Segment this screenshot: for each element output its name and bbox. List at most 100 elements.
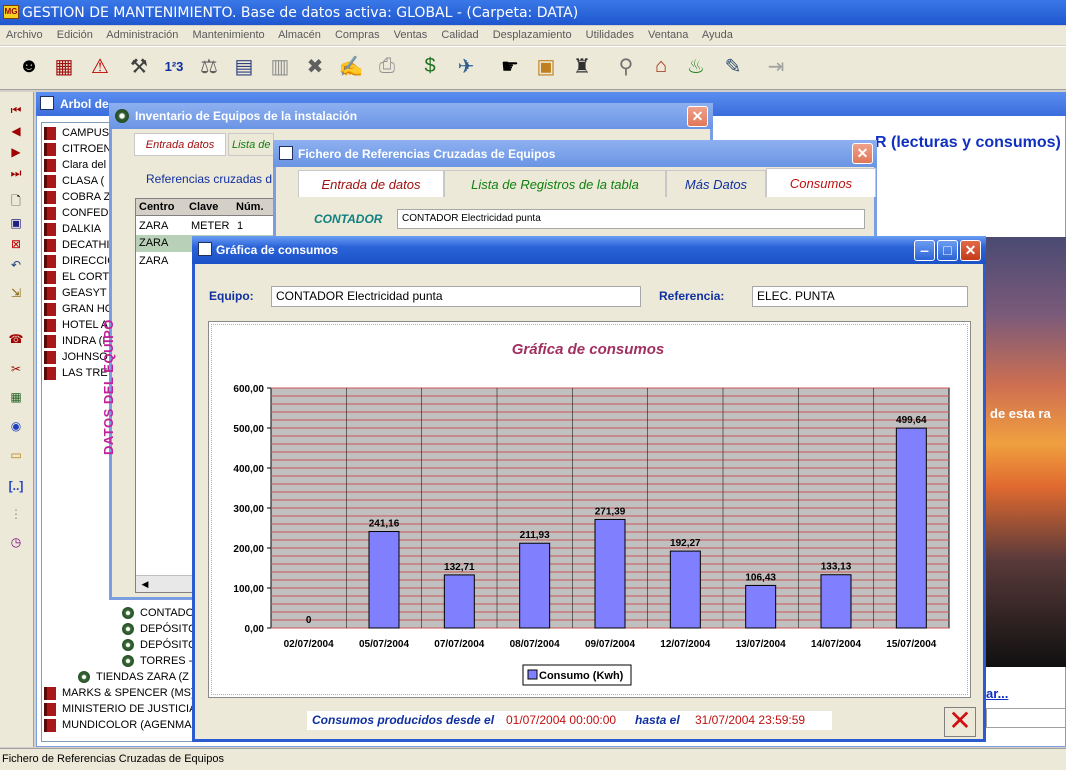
tree-item[interactable]: MUNDICOLOR (AGENMAD xyxy=(44,717,196,733)
graph-maximize-button[interactable]: □ xyxy=(937,240,958,261)
tree-item[interactable]: MARKS & SPENCER (MS) xyxy=(44,685,196,701)
xref-close-button[interactable]: ✕ xyxy=(852,143,873,164)
factory-icon[interactable]: ▥ xyxy=(266,50,294,82)
menu-calidad[interactable]: Calidad xyxy=(441,29,478,41)
xref-contador-field[interactable]: CONTADOR Electricidad punta xyxy=(397,209,865,229)
tree-item-label: MUNDICOLOR (AGENMAD xyxy=(62,719,196,731)
undo-icon[interactable]: ↶ xyxy=(6,256,26,274)
graph-minimize-button[interactable]: ‒ xyxy=(914,240,935,261)
column-num[interactable]: Núm. xyxy=(234,199,270,216)
box-icon[interactable]: ▣ xyxy=(532,50,560,82)
inventory-tab-lista-label: Lista de xyxy=(232,138,271,151)
chart-title: Gráfica de consumos xyxy=(512,341,665,358)
clock-icon[interactable]: ◷ xyxy=(6,533,26,551)
edit-doc-icon[interactable]: ✍ xyxy=(337,50,365,82)
inventory-tab-lista[interactable]: Lista de xyxy=(228,133,274,156)
building-icon[interactable]: ▦ xyxy=(50,50,78,82)
last-record-icon[interactable]: ⏭ xyxy=(6,164,26,182)
bar xyxy=(443,574,475,629)
bottle-icon[interactable]: ♨ xyxy=(682,50,710,82)
folder-book-icon xyxy=(44,254,56,268)
xref-tab-lista[interactable]: Lista de Registros de la tabla xyxy=(444,170,666,197)
scroll-left-icon[interactable]: ◀ xyxy=(138,577,152,591)
row3-centro[interactable]: ZARA xyxy=(137,253,185,270)
equipment-gear-icon xyxy=(78,671,90,683)
tree-subitem[interactable]: DEPÓSITO xyxy=(122,637,196,653)
globe-icon[interactable]: ◉ xyxy=(6,417,26,435)
inventory-close-button[interactable]: ✕ xyxy=(687,106,708,127)
menu-ayuda[interactable]: Ayuda xyxy=(702,29,733,41)
xref-tab-entrada[interactable]: Entrada de datos xyxy=(298,170,444,197)
column-centro[interactable]: Centro xyxy=(137,199,185,216)
phone-icon[interactable]: ☎ xyxy=(6,330,26,348)
graph-close-button[interactable]: ✕ xyxy=(960,240,981,261)
close-x-button[interactable]: ✕ xyxy=(944,707,976,737)
print-icon[interactable]: ⎙ xyxy=(373,50,401,82)
tree-icon[interactable]: ⋮ xyxy=(6,505,26,523)
tree-item[interactable]: MINISTERIO DE JUSTICIA ( xyxy=(44,701,196,717)
next-record-icon[interactable]: ▶ xyxy=(6,143,26,161)
shop-icon[interactable]: ⌂ xyxy=(647,50,675,82)
equipo-field[interactable]: CONTADOR Electricidad punta xyxy=(271,286,641,307)
row1-clave[interactable]: METER xyxy=(189,218,235,235)
tools-icon[interactable]: ⚒ xyxy=(125,50,153,82)
save-icon[interactable]: ▣ xyxy=(6,214,26,232)
numbers-icon[interactable]: 1²3 xyxy=(160,50,188,82)
new-record-icon[interactable]: 🗋 xyxy=(6,193,26,211)
tree-item-label: EL CORT xyxy=(62,271,110,283)
card-icon[interactable]: ▭ xyxy=(6,446,26,464)
bg-link[interactable]: ar... xyxy=(986,686,1008,701)
row1-num[interactable]: 1 xyxy=(235,218,265,235)
graph-window-icon xyxy=(198,242,212,256)
tools-small-icon[interactable]: ✂ xyxy=(6,360,26,378)
warning-icon[interactable]: ⚠ xyxy=(86,50,114,82)
menu-utilidades[interactable]: Utilidades xyxy=(586,29,634,41)
xref-tab-consumos[interactable]: Consumos xyxy=(766,168,876,197)
xref-title: Fichero de Referencias Cruzadas de Equip… xyxy=(298,147,556,161)
tree-item-label: MARKS & SPENCER (MS) xyxy=(62,687,195,699)
tree-item-label: CONFEDI xyxy=(62,207,112,219)
first-record-icon[interactable]: ⏮ xyxy=(6,101,26,119)
invoice-icon[interactable]: $ xyxy=(416,50,444,82)
menu-mantenimiento[interactable]: Mantenimiento xyxy=(192,29,264,41)
tree-item-label: CONTADO xyxy=(140,607,195,619)
technician-icon[interactable]: ♜ xyxy=(568,50,596,82)
person-arrow-icon[interactable]: ☛ xyxy=(496,50,524,82)
delivery-icon[interactable]: ✈ xyxy=(452,50,480,82)
wrench-icon[interactable]: ✖ xyxy=(301,50,329,82)
tree-subitem[interactable]: CONTADO xyxy=(122,605,196,621)
row1-centro[interactable]: ZARA xyxy=(137,218,185,235)
tree-item[interactable]: TIENDAS ZARA (Z xyxy=(78,669,196,685)
tree-item-label: GEASYT xyxy=(62,287,107,299)
scale-icon[interactable]: ⚖ xyxy=(195,50,223,82)
menu-administracion[interactable]: Administración xyxy=(106,29,178,41)
prev-record-icon[interactable]: ◀ xyxy=(6,122,26,140)
menu-almacen[interactable]: Almacén xyxy=(278,29,321,41)
referencia-field[interactable]: ELEC. PUNTA xyxy=(752,286,968,307)
x-tick-label: 13/07/2004 xyxy=(736,639,786,650)
legend-label: Consumo (Kwh) xyxy=(539,670,624,682)
exit-icon[interactable]: ⇥ xyxy=(762,50,790,82)
exit-door-icon[interactable]: ⇲ xyxy=(6,284,26,302)
delete-icon[interactable]: ⊠ xyxy=(6,235,26,253)
brackets-icon[interactable]: [..] xyxy=(6,477,26,495)
menu-ventas[interactable]: Ventas xyxy=(394,29,428,41)
menu-edicion[interactable]: Edición xyxy=(57,29,93,41)
form-icon[interactable]: ▤ xyxy=(230,50,258,82)
folder-book-icon xyxy=(44,126,56,140)
y-tick-label: 400,00 xyxy=(233,464,264,475)
notes-icon[interactable]: ✎ xyxy=(719,50,747,82)
menu-compras[interactable]: Compras xyxy=(335,29,380,41)
column-clave[interactable]: Clave xyxy=(187,199,233,216)
menu-archivo[interactable]: Archivo xyxy=(6,29,43,41)
calculator-icon[interactable]: ▦ xyxy=(6,388,26,406)
menu-desplazamiento[interactable]: Desplazamiento xyxy=(493,29,572,41)
tree-subitem[interactable]: TORRES - xyxy=(122,653,196,669)
screw-icon[interactable]: ⚲ xyxy=(612,50,640,82)
menu-ventana[interactable]: Ventana xyxy=(648,29,688,41)
tree-subitem[interactable]: DEPÓSITO xyxy=(122,621,196,637)
xref-tab-mas-datos[interactable]: Más Datos xyxy=(666,170,766,197)
row2-centro[interactable]: ZARA xyxy=(137,235,185,252)
inventory-tab-entrada[interactable]: Entrada datos xyxy=(134,133,226,156)
contacts-icon[interactable]: ☻ xyxy=(15,50,43,82)
